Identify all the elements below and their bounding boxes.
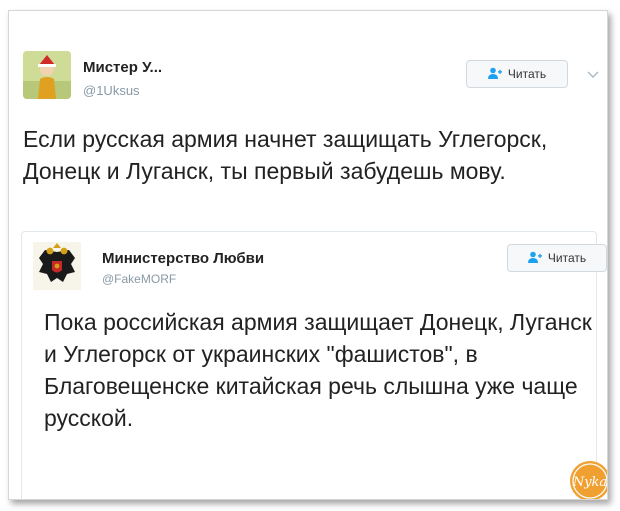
tweet-text: Если русская армия начнет защищать Углег… — [23, 126, 548, 184]
author-name[interactable]: Мистер У... — [83, 59, 162, 76]
follow-button-label: Читать — [507, 67, 547, 81]
quoted-tweet[interactable]: Министерство Любви @FakeMORF Читать Пока… — [21, 231, 607, 499]
follow-user-icon — [527, 251, 542, 266]
quoted-tweet-text: Пока российская армия защищает Донецк, Л… — [44, 309, 592, 431]
quoted-author-handle[interactable]: @FakeMORF — [102, 272, 176, 286]
quoted-follow-button[interactable]: Читать — [507, 244, 607, 272]
nyka-logo: Nyka — [569, 460, 607, 499]
quoted-author-name[interactable]: Министерство Любви — [102, 250, 264, 267]
author-avatar[interactable] — [23, 51, 71, 99]
follow-button[interactable]: Читать — [466, 60, 568, 88]
quoted-follow-button-label: Читать — [547, 251, 587, 265]
chevron-down-icon[interactable] — [587, 67, 599, 79]
follow-user-icon — [487, 67, 502, 82]
svg-text:Nyka: Nyka — [572, 475, 607, 490]
tweet-card: Мистер У... @1Uksus Читать Если русская … — [8, 10, 608, 500]
coat-of-arms-icon[interactable] — [33, 242, 81, 290]
author-handle[interactable]: @1Uksus — [83, 83, 140, 98]
